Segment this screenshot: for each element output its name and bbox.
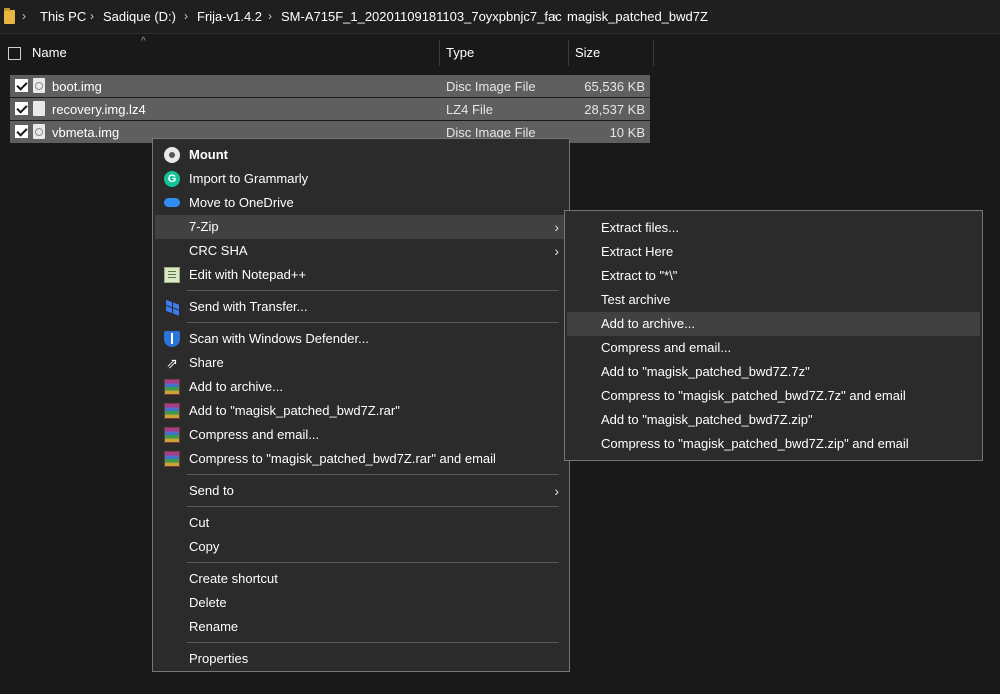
chevron-right-icon[interactable]: › xyxy=(184,9,188,23)
row-checkbox[interactable] xyxy=(15,125,28,138)
file-icon xyxy=(33,101,45,116)
menu-item-rename[interactable]: Rename xyxy=(155,615,567,639)
context-menu: Mount G Import to Grammarly Move to OneD… xyxy=(152,138,570,672)
breadcrumb-firmware-folder[interactable]: SM-A715F_1_20201109181103_7oyxpbnjc7_fac xyxy=(281,9,562,24)
row-checkbox[interactable] xyxy=(15,102,28,115)
menu-item-transfer[interactable]: Send with Transfer... xyxy=(155,295,567,319)
disc-icon xyxy=(164,147,180,163)
chevron-right-icon: › xyxy=(554,243,559,259)
menu-item-rar-compress-named-email[interactable]: Compress to "magisk_patched_bwd7Z.rar" a… xyxy=(155,447,567,471)
winrar-icon xyxy=(164,403,180,419)
file-name: vbmeta.img xyxy=(52,125,120,140)
disc-image-file-icon xyxy=(33,124,45,139)
address-bar[interactable]: › This PC › Sadique (D:) › Frija-v1.4.2 … xyxy=(0,0,1000,34)
submenu-item-compress-7z-email[interactable]: Compress to "magisk_patched_bwd7Z.7z" an… xyxy=(567,384,980,408)
disc-image-file-icon xyxy=(33,78,45,93)
file-size: 10 KB xyxy=(609,125,645,140)
chevron-right-icon[interactable]: › xyxy=(553,9,557,23)
menu-separator xyxy=(187,322,559,323)
menu-separator xyxy=(187,562,559,563)
submenu-item-add-zip[interactable]: Add to "magisk_patched_bwd7Z.zip" xyxy=(567,408,980,432)
chevron-right-icon: › xyxy=(554,219,559,235)
submenu-item-add-to-archive[interactable]: Add to archive... xyxy=(567,312,980,336)
menu-item-create-shortcut[interactable]: Create shortcut xyxy=(155,567,567,591)
menu-separator xyxy=(187,642,559,643)
column-header-name[interactable]: Name xyxy=(32,38,67,68)
menu-item-rar-add-archive[interactable]: Add to archive... xyxy=(155,375,567,399)
submenu-item-extract-files[interactable]: Extract files... xyxy=(567,216,980,240)
column-divider[interactable] xyxy=(568,40,569,66)
menu-item-copy[interactable]: Copy xyxy=(155,535,567,559)
column-divider[interactable] xyxy=(653,40,654,66)
column-header-type[interactable]: Type xyxy=(446,38,474,68)
submenu-item-add-7z[interactable]: Add to "magisk_patched_bwd7Z.7z" xyxy=(567,360,980,384)
winrar-icon xyxy=(164,379,180,395)
menu-item-grammarly[interactable]: G Import to Grammarly xyxy=(155,167,567,191)
select-all-checkbox[interactable] xyxy=(8,47,21,60)
column-header-row: ^ Name Type Size xyxy=(0,36,1000,68)
grammarly-icon: G xyxy=(164,171,180,187)
breadcrumb-drive[interactable]: Sadique (D:) xyxy=(103,9,176,24)
file-size: 28,537 KB xyxy=(584,102,645,117)
file-name: recovery.img.lz4 xyxy=(52,102,146,117)
sort-up-icon: ^ xyxy=(141,36,146,47)
chevron-right-icon[interactable]: › xyxy=(90,9,94,23)
menu-item-cut[interactable]: Cut xyxy=(155,511,567,535)
submenu-item-extract-here[interactable]: Extract Here xyxy=(567,240,980,264)
onedrive-icon xyxy=(164,198,180,207)
breadcrumb-this-pc[interactable]: This PC xyxy=(40,9,86,24)
menu-item-mount[interactable]: Mount xyxy=(155,143,567,167)
breadcrumb-current-folder[interactable]: magisk_patched_bwd7Z xyxy=(567,9,708,24)
column-header-size[interactable]: Size xyxy=(575,38,600,68)
menu-item-delete[interactable]: Delete xyxy=(155,591,567,615)
dropbox-icon xyxy=(164,299,180,315)
submenu-item-compress-email[interactable]: Compress and email... xyxy=(567,336,980,360)
file-type: Disc Image File xyxy=(446,79,536,94)
menu-item-rar-compress-email[interactable]: Compress and email... xyxy=(155,423,567,447)
file-size: 65,536 KB xyxy=(584,79,645,94)
file-row[interactable]: boot.img Disc Image File 65,536 KB xyxy=(10,75,650,97)
share-icon: ⇗ xyxy=(166,355,178,371)
menu-separator xyxy=(187,290,559,291)
winrar-icon xyxy=(164,451,180,467)
menu-item-share[interactable]: ⇗ Share xyxy=(155,351,567,375)
chevron-right-icon[interactable]: › xyxy=(268,9,272,23)
7zip-submenu: Extract files... Extract Here Extract to… xyxy=(564,210,983,461)
folder-icon xyxy=(4,8,15,24)
row-checkbox[interactable] xyxy=(15,79,28,92)
menu-item-7zip[interactable]: 7-Zip › xyxy=(155,215,567,239)
shield-icon xyxy=(164,331,180,347)
menu-separator xyxy=(187,506,559,507)
menu-item-notepad[interactable]: Edit with Notepad++ xyxy=(155,263,567,287)
menu-item-properties[interactable]: Properties xyxy=(155,647,567,671)
column-divider[interactable] xyxy=(439,40,440,66)
submenu-item-extract-to[interactable]: Extract to "*\" xyxy=(567,264,980,288)
file-row[interactable]: recovery.img.lz4 LZ4 File 28,537 KB xyxy=(10,98,650,120)
chevron-right-icon[interactable]: › xyxy=(22,9,26,23)
winrar-icon xyxy=(164,427,180,443)
chevron-right-icon: › xyxy=(554,483,559,499)
file-type: LZ4 File xyxy=(446,102,493,117)
submenu-item-compress-zip-email[interactable]: Compress to "magisk_patched_bwd7Z.zip" a… xyxy=(567,432,980,456)
menu-item-send-to[interactable]: Send to › xyxy=(155,479,567,503)
file-name: boot.img xyxy=(52,79,102,94)
menu-item-onedrive[interactable]: Move to OneDrive xyxy=(155,191,567,215)
submenu-item-test-archive[interactable]: Test archive xyxy=(567,288,980,312)
breadcrumb-frija[interactable]: Frija-v1.4.2 xyxy=(197,9,262,24)
menu-item-crc-sha[interactable]: CRC SHA › xyxy=(155,239,567,263)
menu-item-defender[interactable]: Scan with Windows Defender... xyxy=(155,327,567,351)
menu-item-rar-add-named[interactable]: Add to "magisk_patched_bwd7Z.rar" xyxy=(155,399,567,423)
notepad-icon xyxy=(164,267,180,283)
menu-separator xyxy=(187,474,559,475)
